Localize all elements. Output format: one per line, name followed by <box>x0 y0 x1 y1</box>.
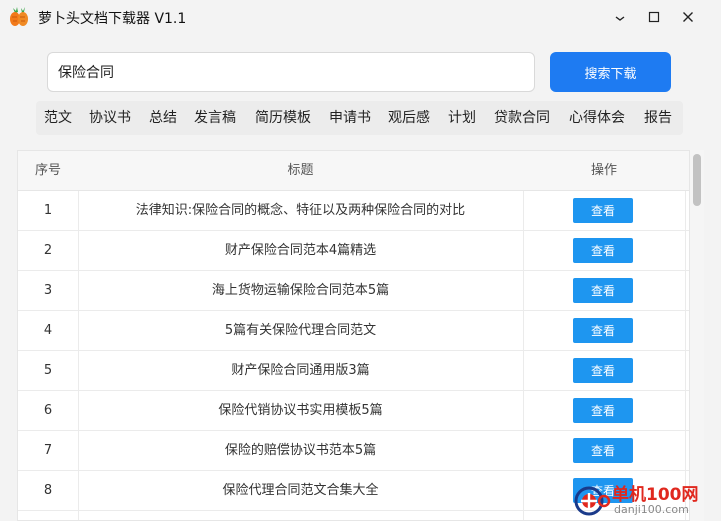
row-title: 5篇有关保险代理合同范文 <box>224 323 377 338</box>
minimize-icon <box>615 16 625 21</box>
category-item[interactable]: 计划 <box>448 101 476 135</box>
category-item[interactable]: 范文 <box>44 101 72 135</box>
row-index: 1 <box>43 203 53 218</box>
scrollbar-thumb[interactable] <box>693 154 701 206</box>
category-item[interactable]: 心得体会 <box>569 101 625 135</box>
view-button[interactable]: 查看 <box>573 398 633 423</box>
site-watermark: 单机100网 danji100.com <box>574 480 721 521</box>
row-index: 4 <box>43 323 53 338</box>
close-button[interactable] <box>671 0 705 34</box>
category-item[interactable]: 贷款合同 <box>494 101 550 135</box>
carrot-app-icon <box>10 7 28 26</box>
header-index: 序号 <box>34 163 61 178</box>
row-index: 8 <box>43 483 53 498</box>
minimize-button[interactable] <box>603 0 637 34</box>
window-title: 萝卜头文档下载器 V1.1 <box>38 11 187 27</box>
watermark-logo-icon <box>574 486 611 516</box>
table-row: 3 海上货物运输保险合同范本5篇 查看 <box>18 271 689 311</box>
table-row: 4 5篇有关保险代理合同范文 查看 <box>18 311 689 351</box>
row-index: 6 <box>43 403 53 418</box>
watermark-url: danji100.com <box>614 503 689 516</box>
view-button[interactable]: 查看 <box>573 358 633 383</box>
vertical-scrollbar[interactable] <box>690 150 704 521</box>
row-title: 保险代销协议书实用模板5篇 <box>218 403 383 418</box>
view-button[interactable]: 查看 <box>573 198 633 223</box>
table-row: 1 法律知识:保险合同的概念、特征以及两种保险合同的对比 查看 <box>18 191 689 231</box>
category-item[interactable]: 总结 <box>149 101 177 135</box>
table-row: 2 财产保险合同范本4篇精选 查看 <box>18 231 689 271</box>
row-title: 财产保险合同通用版3篇 <box>231 363 370 378</box>
row-title: 保险代理合同范文合集大全 <box>222 483 379 498</box>
category-item[interactable]: 报告 <box>644 101 672 135</box>
results-table: 序号 标题 操作 1 法律知识:保险合同的概念、特征以及两种保险合同的对比 查看… <box>17 150 690 521</box>
search-download-button[interactable]: 搜索下载 <box>550 52 671 92</box>
search-input[interactable] <box>47 52 535 92</box>
category-bar: 范文 协议书 总结 发言稿 简历模板 申请书 观后感 计划 贷款合同 心得体会 … <box>36 101 683 135</box>
close-icon <box>683 12 693 22</box>
table-row: 7 保险的赔偿协议书范本5篇 查看 <box>18 431 689 471</box>
row-index: 3 <box>43 283 53 298</box>
category-item[interactable]: 申请书 <box>329 101 371 135</box>
table-header: 序号 标题 操作 <box>18 151 689 191</box>
view-button[interactable]: 查看 <box>573 278 633 303</box>
table-row: 5 财产保险合同通用版3篇 查看 <box>18 351 689 391</box>
row-title: 海上货物运输保险合同范本5篇 <box>211 283 390 298</box>
view-button[interactable]: 查看 <box>573 238 633 263</box>
row-title: 保险的赔偿协议书范本5篇 <box>224 443 377 458</box>
row-index: 2 <box>43 243 53 258</box>
row-index: 5 <box>43 363 53 378</box>
header-action: 操作 <box>590 163 617 178</box>
category-item[interactable]: 简历模板 <box>255 101 311 135</box>
row-index: 7 <box>43 443 53 458</box>
row-title: 法律知识:保险合同的概念、特征以及两种保险合同的对比 <box>135 203 466 218</box>
header-title: 标题 <box>287 163 314 178</box>
view-button[interactable]: 查看 <box>573 318 633 343</box>
category-item[interactable]: 发言稿 <box>194 101 236 135</box>
category-item[interactable]: 观后感 <box>388 101 430 135</box>
maximize-icon <box>648 11 660 23</box>
title-bar: 萝卜头文档下载器 V1.1 <box>0 0 721 34</box>
view-button[interactable]: 查看 <box>573 438 633 463</box>
maximize-button[interactable] <box>637 0 671 34</box>
row-title: 财产保险合同范本4篇精选 <box>224 243 377 258</box>
category-item[interactable]: 协议书 <box>89 101 131 135</box>
watermark-title: 单机100网 <box>612 485 699 505</box>
table-row: 6 保险代销协议书实用模板5篇 查看 <box>18 391 689 431</box>
